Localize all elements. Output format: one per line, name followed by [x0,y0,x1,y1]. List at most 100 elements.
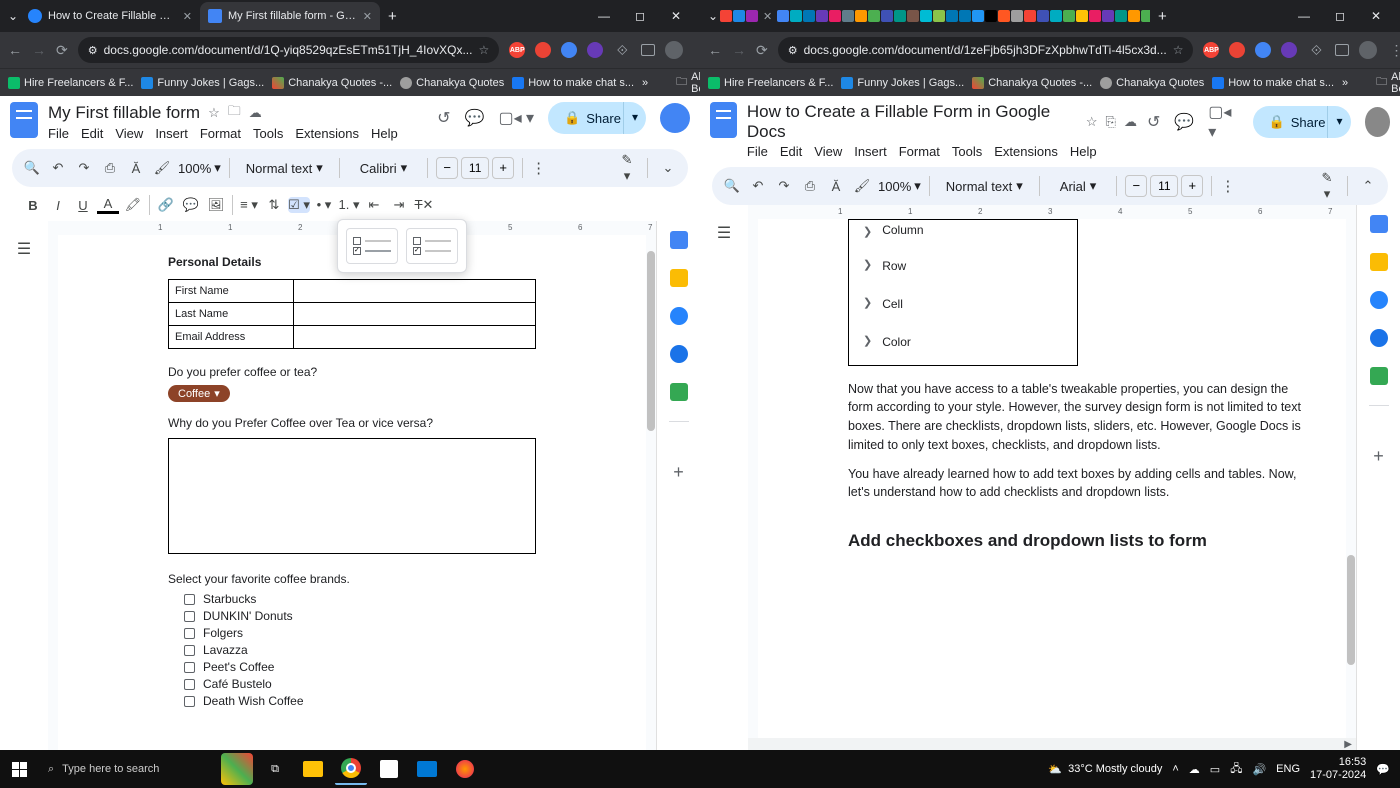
zoom-select[interactable]: 100% ▾ [178,160,221,176]
volume-icon[interactable]: 🔊 [1252,763,1266,776]
search-menus-icon[interactable]: 🔍 [722,178,742,194]
star-icon[interactable]: ☆ [478,43,489,57]
close-window-button[interactable]: ✕ [1366,9,1386,23]
property-row[interactable]: ❯Cell [849,285,1077,323]
collapsed-tab-icon[interactable] [1089,10,1101,22]
collapsed-tab-icon[interactable] [946,10,958,22]
collapsed-tab-icon[interactable] [1076,10,1088,22]
bold-button[interactable]: B [22,198,44,213]
bookmark-item[interactable]: Funny Jokes | Gags... [841,77,964,89]
collapsed-tab-icon[interactable] [920,10,932,22]
menu-format[interactable]: Format [899,144,940,159]
menu-edit[interactable]: Edit [780,144,802,159]
add-addon-button[interactable]: + [673,462,684,483]
menu-extensions[interactable]: Extensions [295,126,359,141]
menu-insert[interactable]: Insert [854,144,887,159]
checklist-option-strikethrough[interactable] [346,228,398,264]
extensions-button[interactable]: ⟐ [1307,42,1325,59]
url-input[interactable]: ⚙ docs.google.com/document/d/1Q-yiq8529q… [78,37,500,63]
font-size-increase-button[interactable]: + [492,157,514,179]
spellcheck-icon[interactable]: Ă [826,179,846,194]
tasks-icon[interactable] [1370,291,1388,309]
history-icon[interactable]: ↺ [1147,112,1160,132]
collapsed-tab-icon[interactable] [842,10,854,22]
maximize-button[interactable]: ◻ [630,9,650,23]
start-button[interactable] [0,750,38,788]
checklist-item[interactable]: Folgers [184,626,536,640]
paint-format-icon[interactable]: 🖌 [852,178,872,194]
menu-file[interactable]: File [747,144,768,159]
bookmarks-overflow-button[interactable]: » [1342,77,1348,89]
extension-icon[interactable] [535,42,551,58]
bookmark-item[interactable]: Hire Freelancers & F... [8,77,133,89]
checklist-item[interactable]: Death Wish Coffee [184,694,536,708]
property-row[interactable]: ❯Row [849,247,1077,285]
paragraph-style-select[interactable]: Normal text ▾ [238,160,331,176]
menu-edit[interactable]: Edit [81,126,103,141]
contacts-icon[interactable] [670,345,688,363]
collapsed-tab-icon[interactable] [790,10,802,22]
file-explorer-button[interactable] [297,753,329,785]
checklist-button[interactable]: ☑ ▾ [288,197,310,213]
tabs-dropdown-icon[interactable]: ⌄ [6,9,20,23]
meet-icon[interactable]: ▢◂ ▾ [498,108,534,128]
maps-icon[interactable] [670,383,688,401]
url-input[interactable]: ⚙ docs.google.com/document/d/1zeFjb65jh3… [778,37,1194,63]
checklist-item[interactable]: Peet's Coffee [184,660,536,674]
extension-icon[interactable] [587,42,603,58]
language-indicator[interactable]: ENG [1276,763,1300,775]
move-icon[interactable]: 🗀 [228,102,241,124]
close-window-button[interactable]: ✕ [666,9,686,23]
tray-overflow-icon[interactable]: ˄ [1172,763,1178,775]
collapsed-tab-icon[interactable] [894,10,906,22]
property-row[interactable]: ❯Color [849,323,1077,361]
cloud-status-icon[interactable]: ☁ [1124,114,1137,130]
more-tools-button[interactable]: ⋮ [1220,177,1235,195]
highlight-button[interactable]: 🖍 [122,197,144,213]
collapsed-tab-icon[interactable] [720,10,732,22]
outline-toggle-icon[interactable]: ☰ [17,239,31,259]
browser-tab[interactable]: How to Create Fillable Forms in ✕ [20,2,200,30]
bookmark-item[interactable]: Chanakya Quotes [1100,77,1204,89]
collapse-toolbar-icon[interactable]: ⌃ [1358,178,1378,194]
text-color-button[interactable]: A [97,196,119,214]
checkbox-icon[interactable] [184,679,195,690]
extension-icon[interactable]: ABP [1203,42,1219,58]
tasks-icon[interactable] [670,307,688,325]
site-info-icon[interactable]: ⚙ [88,44,98,57]
star-icon[interactable]: ☆ [208,105,220,121]
collapsed-tab-icon[interactable] [1011,10,1023,22]
collapsed-tab-icon[interactable] [972,10,984,22]
clock[interactable]: 16:53 17-07-2024 [1310,756,1366,782]
maps-icon[interactable] [1370,367,1388,385]
bulleted-list-button[interactable]: • ▾ [313,197,335,213]
back-button[interactable]: ← [8,42,22,58]
scroll-right-icon[interactable]: ▶ [1344,739,1352,750]
bookmarks-overflow-button[interactable]: » [642,77,648,89]
bookmark-item[interactable]: Chanakya Quotes -... [272,77,392,89]
dropdown-chip[interactable]: Coffee ▾ [168,385,230,402]
bookmark-item[interactable]: Chanakya Quotes -... [972,77,1092,89]
extension-icon[interactable] [561,42,577,58]
collapsed-tab-icon[interactable] [733,10,745,22]
decrease-indent-button[interactable]: ⇤ [363,197,385,213]
tabs-dropdown-icon[interactable]: ⌄ [706,9,720,23]
comments-icon[interactable]: 💬 [465,108,485,128]
collapsed-tab-icon[interactable] [1102,10,1114,22]
editing-mode-icon[interactable]: ✎ ▾ [1317,170,1337,202]
document-scroll[interactable]: 11234567 ❯Column ❯Row ❯Cell ❯Color Now t… [748,205,1356,750]
site-info-icon[interactable]: ⚙ [788,44,798,57]
menu-file[interactable]: File [48,126,69,141]
taskbar-search[interactable]: ⌕ Type here to search [38,750,218,788]
table-cell[interactable] [293,280,535,303]
font-size-increase-button[interactable]: + [1181,175,1203,197]
collapsed-tab-icon[interactable] [907,10,919,22]
collapsed-tab-icon[interactable] [829,10,841,22]
collapsed-tab-icon[interactable] [985,10,997,22]
font-size-decrease-button[interactable]: − [436,157,458,179]
bookmark-item[interactable]: How to make chat s... [512,77,634,89]
new-tab-button[interactable]: + [1150,8,1175,25]
collapsed-tab-icon[interactable] [803,10,815,22]
menu-tools[interactable]: Tools [952,144,982,159]
increase-indent-button[interactable]: ⇥ [388,197,410,213]
